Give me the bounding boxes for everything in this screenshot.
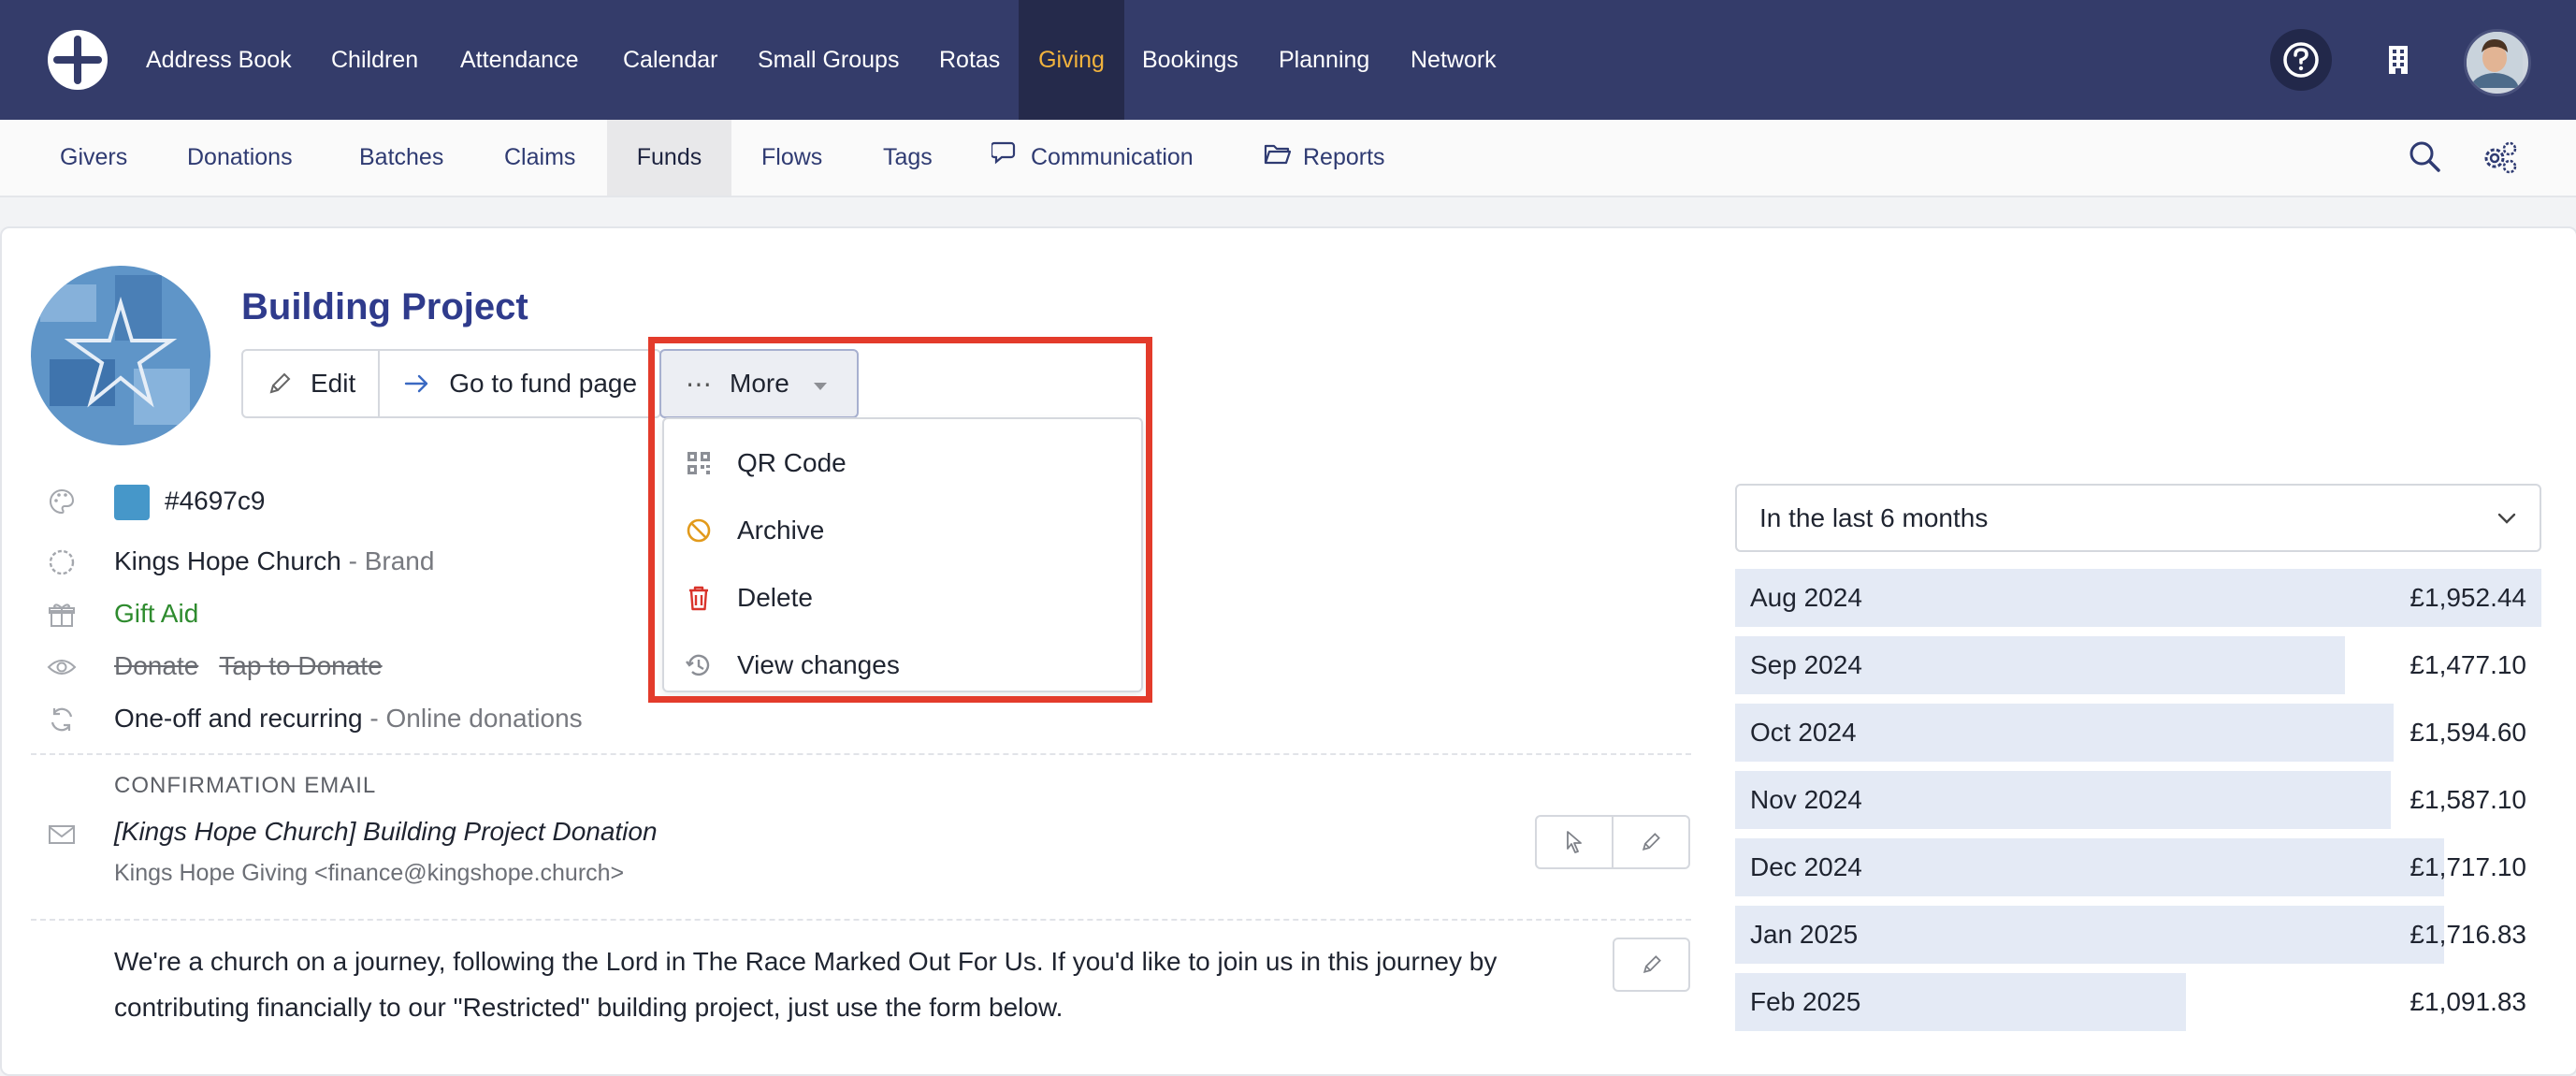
period-select[interactable]: In the last 6 months [1735, 484, 2541, 552]
arrow-right-icon [405, 374, 428, 393]
fund-description: We're a church on a journey, following t… [114, 947, 1498, 1022]
highlight-box [648, 337, 1152, 703]
divider [31, 919, 1691, 921]
mail-icon [45, 818, 79, 851]
pencil-icon [1642, 833, 1660, 851]
brand-name: Kings Hope Church [114, 546, 341, 575]
edit-button[interactable]: Edit [243, 351, 378, 416]
nav-children[interactable]: Children [331, 0, 418, 120]
tab-reports[interactable]: Reports [1264, 120, 1385, 196]
color-hex: #4697c9 [165, 486, 266, 516]
bar-value: £1,587.10 [2410, 785, 2526, 814]
preview-email-button[interactable] [1537, 817, 1612, 867]
visibility-row: Donate Tap to Donate [114, 651, 403, 681]
email-actions [1535, 815, 1690, 869]
bar-label: Sep 2024 [1750, 650, 1862, 679]
confirmation-email-from: Kings Hope Giving <finance@kingshope.chu… [114, 860, 625, 886]
nav-bookings[interactable]: Bookings [1142, 0, 1238, 120]
pencil-icon [269, 372, 291, 394]
tab-claims[interactable]: Claims [504, 120, 575, 196]
fund-color: #4697c9 [114, 485, 265, 520]
bar-row: Jan 2025 £1,716.83 [1735, 906, 2541, 964]
building-icon[interactable] [2367, 29, 2429, 91]
search-icon[interactable] [2407, 138, 2442, 179]
gift-aid-label: Gift Aid [114, 599, 199, 628]
donate-visibility: Donate [114, 651, 199, 680]
tab-reports-label: Reports [1303, 144, 1385, 170]
bar-value: £1,952.44 [2410, 583, 2526, 612]
tab-donations[interactable]: Donations [187, 120, 293, 196]
go-to-fund-page-button[interactable]: Go to fund page [378, 351, 659, 416]
app-logo-icon[interactable] [46, 28, 109, 92]
bar-label: Dec 2024 [1750, 852, 1862, 881]
divider [31, 753, 1691, 755]
bar-row: Oct 2024 £1,594.60 [1735, 704, 2541, 762]
color-swatch [114, 485, 150, 520]
bar-row: Nov 2024 £1,587.10 [1735, 771, 2541, 829]
tap-to-donate-visibility: Tap to Donate [219, 651, 383, 680]
bar-value: £1,717.10 [2410, 852, 2526, 881]
bar-row: Dec 2024 £1,717.10 [1735, 838, 2541, 896]
bar-label: Aug 2024 [1750, 583, 1862, 612]
bar-row: Aug 2024 £1,952.44 [1735, 569, 2541, 627]
fund-image [31, 266, 210, 445]
bar-label: Jan 2025 [1750, 920, 1859, 949]
confirmation-email-label: CONFIRMATION EMAIL [114, 773, 377, 798]
user-avatar[interactable] [2464, 29, 2531, 96]
palette-icon [45, 485, 79, 518]
brand-icon [45, 545, 79, 579]
settings-gear-icon[interactable] [2480, 138, 2519, 182]
sub-navigation: Givers Donations Batches Claims Funds Fl… [0, 120, 2576, 197]
bar-value: £1,091.83 [2410, 987, 2526, 1016]
period-selected: In the last 6 months [1759, 502, 1989, 532]
tab-batches[interactable]: Batches [359, 120, 443, 196]
gift-icon [45, 598, 79, 632]
top-navigation: Address Book Children Attendance Calenda… [0, 0, 2576, 120]
nav-giving[interactable]: Giving [1019, 0, 1124, 120]
bar-label: Oct 2024 [1750, 718, 1857, 747]
fund-actions: Edit Go to fund page [241, 349, 662, 418]
bar-value: £1,477.10 [2410, 650, 2526, 679]
edit-description-button[interactable] [1613, 938, 1690, 992]
fund-title: Building Project [241, 286, 528, 327]
nav-network[interactable]: Network [1411, 0, 1497, 120]
nav-address-book[interactable]: Address Book [146, 0, 292, 120]
brand-suffix: - Brand [340, 546, 435, 575]
frequency-row: One-off and recurring - Online donations [114, 704, 583, 734]
confirmation-email-subject: [Kings Hope Church] Building Project Don… [114, 817, 658, 846]
brand-row: Kings Hope Church - Brand [114, 546, 434, 576]
cursor-icon [1567, 831, 1582, 853]
bar-label: Feb 2025 [1750, 987, 1861, 1016]
nav-attendance[interactable]: Attendance [460, 0, 579, 120]
bar-label: Nov 2024 [1750, 785, 1862, 814]
edit-button-label: Edit [311, 369, 356, 398]
bar-row: Feb 2025 £1,091.83 [1735, 973, 2541, 1031]
folder-icon [1264, 121, 1292, 196]
tab-givers[interactable]: Givers [60, 120, 127, 196]
nav-rotas[interactable]: Rotas [939, 0, 1000, 120]
tab-communication-label: Communication [1031, 144, 1194, 170]
bar-value: £1,594.60 [2410, 718, 2526, 747]
frequency-suffix: - Online donations [362, 704, 583, 733]
tab-communication[interactable]: Communication [990, 120, 1194, 196]
help-icon[interactable] [2270, 29, 2332, 91]
tab-tags[interactable]: Tags [883, 120, 933, 196]
tab-funds[interactable]: Funds [607, 120, 731, 196]
bar-row: Sep 2024 £1,477.10 [1735, 636, 2541, 694]
frequency: One-off and recurring [114, 704, 363, 733]
tab-flows[interactable]: Flows [761, 120, 822, 196]
eye-icon [45, 650, 79, 684]
edit-email-button[interactable] [1612, 817, 1688, 867]
nav-planning[interactable]: Planning [1279, 0, 1369, 120]
nav-calendar[interactable]: Calendar [623, 0, 717, 120]
bar-value: £1,716.83 [2410, 920, 2526, 949]
pencil-icon [1643, 955, 1661, 974]
recurring-icon [45, 703, 79, 736]
go-to-fund-page-label: Go to fund page [449, 369, 638, 398]
chat-icon [990, 121, 1020, 196]
chevron-down-icon [2495, 506, 2519, 537]
nav-small-groups[interactable]: Small Groups [758, 0, 899, 120]
